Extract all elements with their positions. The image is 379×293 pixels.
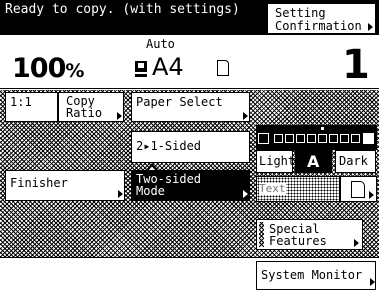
two-sided-mode-button[interactable]: Two-sided Mode (131, 170, 250, 201)
arrow-right-icon (369, 191, 374, 199)
original-type-display: Text (256, 176, 340, 202)
density-light-icon (258, 133, 269, 144)
paper-select-label: Paper Select (136, 95, 223, 109)
copy-ratio-display: 100% (12, 53, 84, 86)
finisher-button[interactable]: Finisher (5, 170, 125, 201)
one-to-one-button[interactable]: 1:1 (5, 92, 58, 122)
original-type-icon (351, 181, 365, 198)
original-type-button[interactable] (340, 176, 377, 202)
ratio-value: 100 (12, 53, 66, 84)
original-type-label: Text (259, 182, 286, 195)
density-level (296, 134, 305, 143)
arrow-right-icon (368, 23, 373, 31)
finisher-label: Finisher (10, 176, 68, 190)
density-level (274, 134, 283, 143)
copy-ratio-button[interactable]: Copy Ratio (58, 92, 124, 122)
density-light-button[interactable]: Light (256, 150, 296, 173)
system-monitor-button[interactable]: System Monitor (256, 261, 376, 290)
density-indicator (321, 127, 324, 130)
density-auto-label: A (307, 152, 320, 171)
two-sided-mode-label-line2: Mode (136, 184, 165, 198)
two-to-one-sided-label: 2▸1-Sided (136, 139, 202, 153)
arrow-right-icon (243, 112, 248, 120)
density-scale[interactable] (256, 125, 377, 150)
density-level (285, 134, 294, 143)
ratio-unit: % (65, 60, 84, 82)
one-to-one-label: 1:1 (10, 95, 32, 109)
density-level (318, 134, 327, 143)
density-dark-label: Dark (339, 154, 368, 168)
setting-confirmation-button[interactable]: Setting Confirmation (267, 3, 376, 34)
special-features-label-line2: Features (269, 234, 327, 248)
system-monitor-label: System Monitor (261, 268, 363, 282)
arrow-right-icon (118, 190, 123, 198)
arrow-right-icon (117, 112, 122, 120)
density-level (329, 134, 338, 143)
copy-count: 1 (342, 42, 370, 88)
density-auto-button[interactable]: A (295, 150, 332, 173)
paper-size-display: A4 (152, 53, 184, 81)
density-level (307, 134, 316, 143)
arrow-right-icon (354, 239, 359, 247)
two-to-one-sided-button[interactable]: 2▸1-Sided (131, 131, 250, 163)
special-features-button[interactable]: Special Features (256, 219, 363, 250)
density-level (340, 134, 349, 143)
paper-mode-label: Auto (146, 37, 175, 51)
density-dark-button[interactable]: Dark (335, 150, 376, 173)
paper-select-button[interactable]: Paper Select (131, 92, 250, 122)
copy-ratio-label-line2: Ratio (66, 106, 103, 120)
density-light-label: Light (259, 154, 296, 168)
arrow-right-icon (370, 278, 375, 286)
status-bar: Ready to copy. (with settings) Setting C… (0, 0, 379, 35)
status-message: Ready to copy. (with settings) (5, 2, 240, 17)
paper-tray-icon (135, 61, 147, 77)
density-dark-icon (363, 133, 374, 144)
setting-confirmation-label-line2: Confirmation (275, 19, 362, 33)
arrow-right-icon (243, 190, 248, 198)
orientation-icon (217, 60, 229, 76)
density-level (351, 134, 360, 143)
special-features-marker (259, 222, 264, 247)
